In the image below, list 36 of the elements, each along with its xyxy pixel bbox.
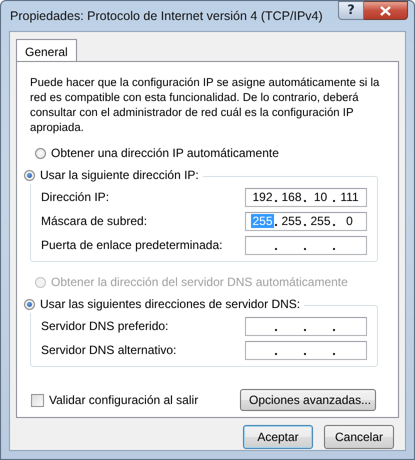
radio-label: Obtener una dirección IP automáticamente [51,146,279,160]
cancel-button[interactable]: Cancelar [324,425,394,449]
close-icon [380,6,391,16]
octet-value: 168 [280,190,303,204]
radio-label: Usar la siguiente dirección IP: [40,168,199,182]
ip-address-field[interactable] [245,316,367,336]
tab[interactable]: General [16,39,77,61]
ip-address-field[interactable]: 192 168 10 111 [245,188,367,206]
radio-label: Obtener la dirección del servidor DNS automáticamente [51,275,348,289]
checkbox[interactable] [31,394,44,406]
field-label: Dirección IP: [41,190,110,204]
octet-value: 10 [312,190,328,204]
radio-button[interactable] [24,298,35,310]
ip-address-field[interactable] [245,340,367,360]
advanced-options-button[interactable]: Opciones avanzadas... [240,389,376,411]
field-label: Servidor DNS alternativo: [41,343,176,357]
help-button[interactable]: ? [338,1,364,20]
ip-address-field[interactable] [245,236,367,254]
window-title: Propiedades: Protocolo de Internet versión 4 (TCP/IPv4) [9,9,324,23]
field-label: Máscara de subred: [41,214,148,228]
close-button[interactable] [364,1,408,20]
description-text: Puede hacer que la configuración IP se asigne automáticamente si la red es compatible con esta funcionalidad. De lo contrario, deberá consultar con el administrador de red cuál es la configuración IP apropiada. [30,76,380,136]
octet-value: 255 [309,214,332,228]
octet-value: 192 [251,190,274,204]
octet-value: 255 [280,214,303,228]
checkbox-label: Validar configuración al salir [49,393,198,407]
octet-value: 255 [251,214,274,228]
octet-value: 111 [339,190,360,204]
field-label: Puerta de enlace predeterminada: [41,238,222,252]
radio-button[interactable] [35,148,46,158]
octet-value: 0 [345,214,354,228]
accept-button[interactable]: Aceptar [243,425,313,449]
radio-label: Usar las siguientes direcciones de servidor DNS: [40,297,300,311]
field-label: Servidor DNS preferido: [41,319,168,333]
radio-button[interactable] [24,170,35,180]
ip-address-field[interactable]: 255 255 255 0 [245,212,367,230]
